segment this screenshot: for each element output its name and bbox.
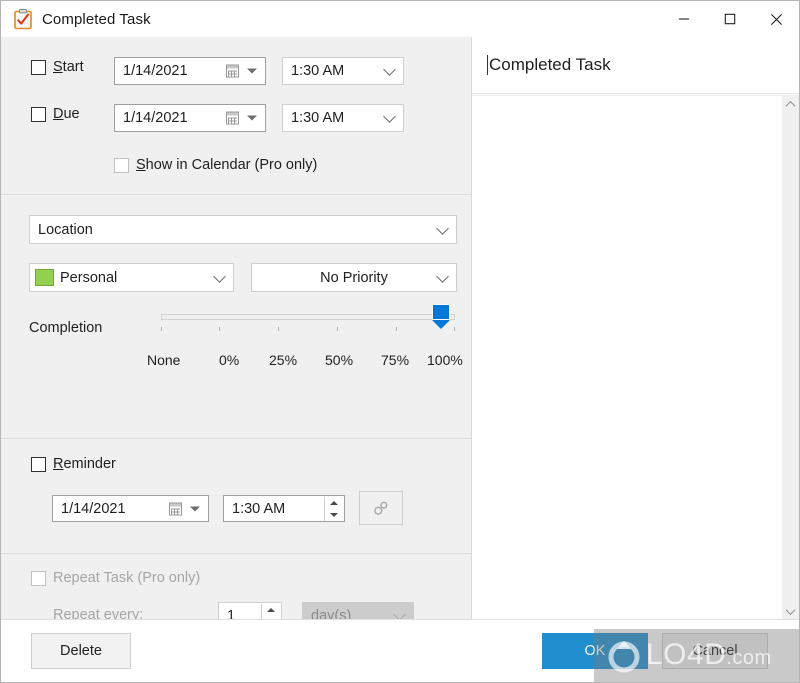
ok-button[interactable]: OK [542,633,648,669]
reminder-date-field[interactable]: 1/14/2021 [52,495,209,522]
window-title: Completed Task [42,10,151,28]
note-body-input[interactable] [472,95,799,620]
completion-tick-labels: None 0% 25% 50% 75% 100% [131,352,471,372]
text-caret [487,55,488,75]
close-button[interactable] [753,1,799,37]
due-time-field[interactable]: 1:30 AM [282,104,404,132]
reminder-time-value: 1:30 AM [232,500,286,517]
completion-slider-ticks [161,327,455,332]
show-in-calendar-checkbox[interactable] [114,157,129,173]
reminder-row: Reminder [31,456,116,472]
category-field[interactable]: Personal [29,263,234,292]
show-in-calendar-row: Show in Calendar (Pro only) [114,157,317,173]
location-value: Location [38,221,93,238]
start-date-field[interactable]: 1/14/2021 [114,57,266,85]
maximize-button[interactable] [707,1,753,37]
calendar-icon [226,64,239,78]
clipboard-check-icon [12,8,34,30]
note-title-value: Completed Task [489,55,611,74]
note-scrollbar[interactable] [782,96,799,620]
dialog-footer: Delete OK Cancel [1,619,799,682]
chevron-down-icon[interactable] [213,269,226,283]
calendar-icon [226,111,239,125]
chevron-down-icon[interactable] [247,68,257,74]
repeat-task-checkbox[interactable] [31,570,46,586]
chevron-down-icon[interactable] [383,110,396,123]
window-controls [661,1,799,37]
due-date-value: 1/14/2021 [123,110,188,126]
completion-slider-track[interactable] [161,314,455,320]
reminder-date-value: 1/14/2021 [61,500,126,517]
reminder-checkbox[interactable] [31,456,46,472]
due-row: Due [31,106,80,122]
tick-label: 25% [269,352,298,368]
chevron-down-icon[interactable] [436,269,449,283]
repeat-task-row: Repeat Task (Pro only) [31,570,200,586]
task-dialog-window: Completed Task Start 1/14/2021 1:30 AM D… [0,0,800,683]
calendar-icon [169,502,182,515]
due-label: Due [53,106,80,122]
priority-field[interactable]: No Priority [251,263,457,292]
tick-label: 75% [381,352,410,368]
note-title-input[interactable]: Completed Task [472,37,799,94]
repeat-section: Repeat Task (Pro only) Repeat every: 1 d… [1,554,471,629]
due-time-value: 1:30 AM [291,110,345,126]
start-time-value: 1:30 AM [291,63,345,79]
schedule-section: Start 1/14/2021 1:30 AM Due 1/14/2021 1:… [1,37,471,194]
due-checkbox[interactable] [31,106,46,122]
start-row: Start [31,59,84,75]
repeat-task-label: Repeat Task (Pro only) [53,570,201,586]
completion-label: Completion [29,320,103,336]
reminder-time-field[interactable]: 1:30 AM [223,495,345,522]
reminder-label: Reminder [53,456,116,472]
reminder-time-stepper[interactable] [324,497,343,521]
chevron-down-icon[interactable] [190,506,200,511]
scroll-up-icon[interactable] [782,96,799,113]
category-value: Personal [60,269,118,286]
start-checkbox[interactable] [31,59,46,75]
tick-label: None [147,352,181,368]
start-date-value: 1/14/2021 [123,63,188,79]
show-in-calendar-label: Show in Calendar (Pro only) [136,157,318,173]
tick-label: 100% [427,352,463,368]
start-label: Start [53,59,84,75]
title-bar: Completed Task [1,1,799,37]
details-section: Location Personal No Priority Completion [1,195,471,438]
delete-button[interactable]: Delete [31,633,131,669]
task-form-pane: Start 1/14/2021 1:30 AM Due 1/14/2021 1:… [1,37,472,629]
category-color-swatch [35,269,54,286]
start-time-field[interactable]: 1:30 AM [282,57,404,85]
location-field[interactable]: Location [29,215,457,244]
gears-icon [374,501,388,515]
completion-slider-thumb[interactable] [432,304,450,329]
reminder-settings-button[interactable] [359,491,403,525]
note-pane: Completed Task [472,37,799,620]
priority-value: No Priority [320,269,388,286]
chevron-down-icon[interactable] [436,221,449,235]
scroll-down-icon[interactable] [782,603,799,620]
chevron-down-icon[interactable] [247,115,257,121]
tick-label: 0% [219,352,240,368]
chevron-down-icon[interactable] [383,63,396,76]
tick-label: 50% [325,352,354,368]
cancel-button[interactable]: Cancel [662,633,768,669]
minimize-button[interactable] [661,1,707,37]
due-date-field[interactable]: 1/14/2021 [114,104,266,132]
reminder-section: Reminder 1/14/2021 1:30 AM [1,439,471,553]
dialog-body: Start 1/14/2021 1:30 AM Due 1/14/2021 1:… [1,37,799,629]
